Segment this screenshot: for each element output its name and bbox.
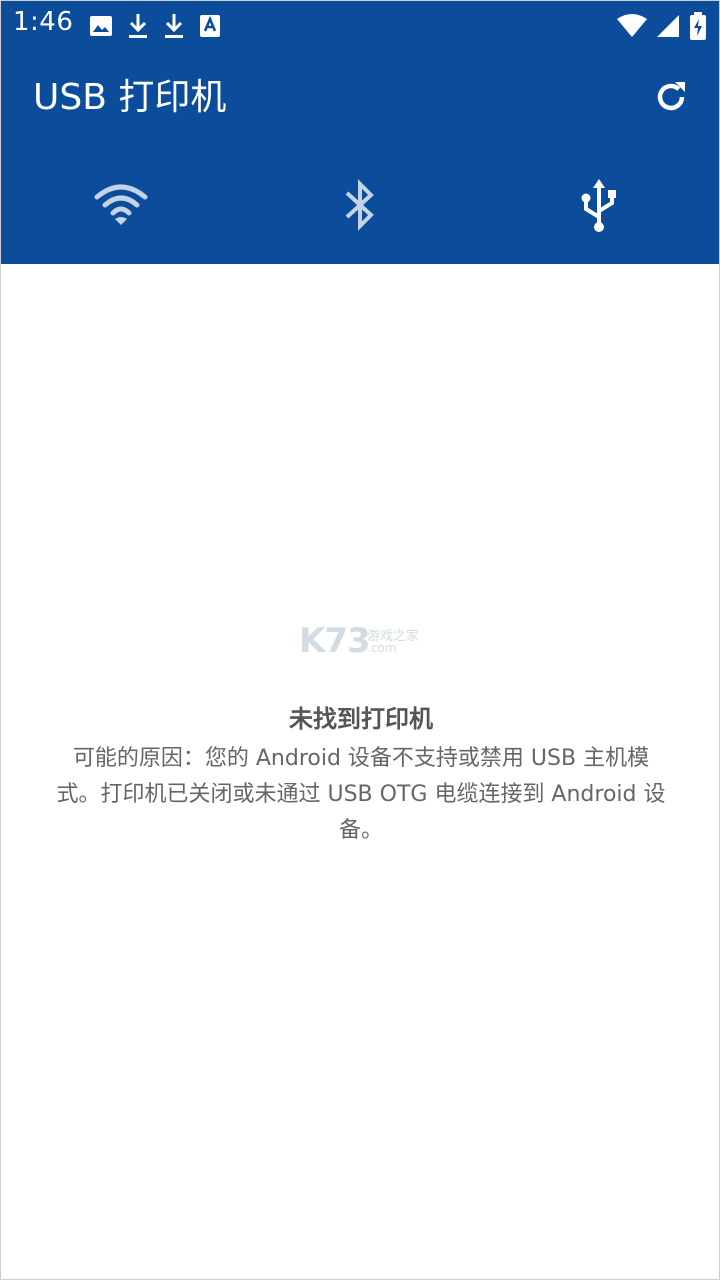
notification-icons	[89, 11, 221, 41]
battery-charging-icon	[690, 12, 706, 40]
watermark: K73 游戏之家 .com	[299, 621, 425, 661]
cell-signal-icon	[657, 15, 679, 37]
app-a-icon	[200, 15, 220, 37]
app-bar: 1:46 USB 打印机	[1, 1, 719, 264]
image-icon	[90, 16, 112, 36]
download-icon	[165, 14, 183, 38]
watermark-domain: .com	[367, 641, 397, 655]
wifi-signal-icon	[617, 14, 647, 37]
tab-bluetooth[interactable]	[240, 164, 479, 246]
empty-state-title: 未找到打印机	[289, 705, 433, 733]
bluetooth-icon	[345, 179, 374, 231]
usb-icon	[581, 179, 617, 232]
system-icons	[617, 11, 707, 41]
status-time: 1:46	[13, 7, 74, 37]
app-screen: 1:46 USB 打印机 K73 游戏之家 .com 未找到打印机 可能的原因：…	[0, 0, 720, 1280]
download-icon	[129, 14, 147, 38]
page-title: USB 打印机	[33, 77, 227, 118]
refresh-button[interactable]	[651, 75, 691, 119]
connection-tabs	[1, 164, 719, 246]
tab-usb[interactable]	[480, 164, 719, 246]
empty-state-description: 可能的原因：您的 Android 设备不支持或禁用 USB 主机模式。打印机已关…	[56, 746, 666, 843]
tab-wifi[interactable]	[1, 164, 240, 246]
watermark-brand: K73	[299, 621, 371, 661]
wifi-icon	[94, 184, 148, 225]
status-bar: 1:46	[1, 1, 719, 53]
refresh-icon	[657, 82, 685, 111]
